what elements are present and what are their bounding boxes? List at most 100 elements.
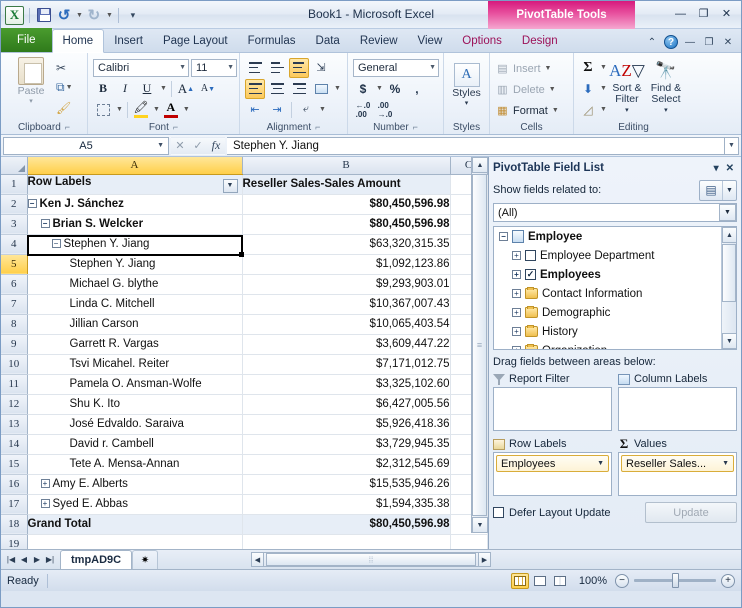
cell-a9[interactable]: Garrett R. Vargas — [27, 334, 243, 355]
tree-node-employee-department[interactable]: + Employee Department — [494, 246, 736, 265]
cancel-formula-icon[interactable]: ✕ — [171, 136, 189, 155]
expand-toggle-icon[interactable]: + — [40, 479, 50, 489]
values-dropzone[interactable]: Reseller Sales... ▼ — [618, 452, 737, 496]
row-header-17[interactable]: 17 — [1, 494, 28, 515]
scroll-right-icon[interactable]: ▶ — [478, 552, 491, 567]
field-checkbox[interactable] — [525, 250, 536, 261]
field-chip-employees[interactable]: Employees ▼ — [496, 455, 609, 472]
cell-b10[interactable]: $7,171,012.75 — [242, 354, 451, 375]
underline-dropdown-icon[interactable]: ▼ — [160, 85, 167, 92]
wrap-text-button[interactable]: ⤶ — [296, 100, 316, 120]
sheet-tab-tmpad9c[interactable]: tmpAD9C — [60, 550, 133, 569]
tree-node-demographic[interactable]: + Demographic — [494, 303, 736, 322]
row-labels-dropzone[interactable]: Employees ▼ — [493, 452, 612, 496]
cell-b15[interactable]: $2,312,545.69 — [242, 454, 451, 475]
insert-function-icon[interactable]: fx — [207, 136, 225, 155]
format-painter-button[interactable]: 🖌 — [56, 98, 73, 117]
row-header-5[interactable]: 5 — [1, 254, 28, 275]
underline-button[interactable]: U — [137, 79, 157, 98]
cell-a1[interactable]: Row Labels ▼ — [27, 174, 243, 195]
row-header-12[interactable]: 12 — [1, 394, 28, 415]
cell-b16[interactable]: $15,535,946.26 — [242, 474, 451, 495]
clear-button[interactable]: ◿ ▼ — [579, 99, 607, 120]
defer-layout-update-checkbox[interactable] — [493, 507, 504, 518]
font-name-input[interactable]: Calibri ▼ — [93, 58, 189, 77]
pivot-filter-dropdown-icon[interactable]: ▼ — [222, 178, 238, 193]
font-color-dropdown-icon[interactable]: ▼ — [183, 106, 190, 113]
cell-b5[interactable]: $1,092,123.86 — [242, 254, 451, 275]
font-dialog-launcher[interactable]: ⌐ — [173, 122, 178, 132]
update-button[interactable]: Update — [645, 502, 737, 523]
restore-icon[interactable]: ❐ — [695, 6, 712, 21]
font-size-input[interactable]: 11 ▼ — [191, 58, 237, 77]
borders-dropdown-icon[interactable]: ▼ — [116, 106, 123, 113]
tab-data[interactable]: Data — [306, 29, 350, 52]
column-labels-dropzone[interactable] — [618, 387, 737, 431]
window-close-icon[interactable]: ✕ — [721, 37, 735, 48]
pane-close-icon[interactable]: ✕ — [726, 163, 734, 174]
clipboard-dialog-launcher[interactable]: ⌐ — [65, 122, 70, 132]
align-right-button[interactable] — [289, 79, 309, 99]
expand-toggle-icon[interactable]: + — [40, 499, 50, 509]
cell-b1[interactable]: Reseller Sales-Sales Amount — [242, 174, 451, 195]
page-layout-view-button[interactable] — [531, 573, 549, 589]
find-select-button[interactable]: 🔭 Find & Select ▾ — [647, 57, 685, 116]
cell-a10[interactable]: Tsvi Micahel. Reiter — [27, 354, 243, 375]
tab-options[interactable]: Options — [452, 29, 512, 52]
collapse-ribbon-icon[interactable]: ⌃ — [645, 37, 659, 48]
fill-button[interactable]: ⬇ ▼ — [579, 78, 607, 99]
source-select-dropdown-icon[interactable]: ▼ — [719, 204, 736, 221]
cell-a11[interactable]: Pamela O. Ansman-Wolfe — [27, 374, 243, 395]
increase-indent-button[interactable]: ⇥ — [267, 100, 287, 120]
scroll-up-icon[interactable]: ▲ — [472, 157, 488, 173]
data-source-button[interactable]: ▤ ▼ — [699, 179, 737, 201]
row-header-18[interactable]: 18 — [1, 514, 28, 535]
enter-formula-icon[interactable]: ✓ — [189, 136, 207, 155]
row-header-10[interactable]: 10 — [1, 354, 28, 375]
cell-b14[interactable]: $3,729,945.35 — [242, 434, 451, 455]
scroll-down-icon[interactable]: ▼ — [472, 517, 488, 533]
cell-a15[interactable]: Tete A. Mensa-Annan — [27, 454, 243, 475]
column-header-a[interactable]: A — [27, 157, 243, 175]
collapse-toggle-icon[interactable]: − — [40, 219, 50, 229]
zoom-track[interactable] — [634, 573, 716, 588]
tab-design[interactable]: Design — [512, 29, 568, 52]
italic-button[interactable]: I — [115, 79, 135, 98]
cell-a16[interactable]: + Amy E. Alberts — [27, 474, 243, 495]
name-box[interactable]: A5 ▼ — [3, 136, 169, 155]
field-tree-scrollbar[interactable]: ▲ ▼ — [721, 227, 736, 349]
tab-insert[interactable]: Insert — [104, 29, 153, 52]
cell-a14[interactable]: David r. Cambell — [27, 434, 243, 455]
row-header-2[interactable]: 2 — [1, 194, 28, 215]
prev-sheet-icon[interactable]: ◀ — [18, 555, 30, 564]
align-bottom-button[interactable] — [289, 57, 309, 78]
decrease-decimal-button[interactable]: .00 →.0 — [375, 100, 395, 119]
accounting-format-button[interactable]: $ — [353, 79, 373, 98]
cell-a13[interactable]: José Edvaldo. Saraiva — [27, 414, 243, 435]
expand-toggle-icon[interactable]: + — [512, 346, 521, 349]
tree-node-employees[interactable]: + ✓ Employees — [494, 265, 736, 284]
bold-button[interactable]: B — [93, 79, 113, 98]
normal-view-button[interactable] — [510, 572, 529, 589]
cell-a17[interactable]: + Syed E. Abbas — [27, 494, 243, 515]
last-sheet-icon[interactable]: ▶| — [44, 555, 56, 564]
pane-menu-icon[interactable]: ▾ — [714, 163, 719, 174]
grow-font-button[interactable]: A ▲ — [176, 79, 196, 98]
font-color-button[interactable]: A — [162, 100, 180, 119]
tree-node-employee[interactable]: − Employee — [494, 227, 736, 246]
cell-a18[interactable]: Grand Total — [27, 513, 243, 535]
field-chip-reseller-sales[interactable]: Reseller Sales... ▼ — [621, 455, 734, 472]
borders-button[interactable] — [93, 100, 113, 119]
cell-b3[interactable]: $80,450,596.98 — [242, 214, 451, 235]
fill-color-dropdown-icon[interactable]: ▼ — [153, 106, 160, 113]
zoom-thumb[interactable] — [671, 573, 679, 588]
cell-b9[interactable]: $3,609,447.22 — [242, 334, 451, 355]
cut-button[interactable]: ✂ — [56, 58, 73, 77]
cell-b8[interactable]: $10,065,403.54 — [242, 314, 451, 335]
field-checkbox[interactable]: ✓ — [525, 269, 536, 280]
horizontal-scroll-track[interactable] — [264, 552, 478, 567]
paste-button[interactable]: Paste ▾ — [6, 57, 56, 105]
row-header-15[interactable]: 15 — [1, 454, 28, 475]
row-header-1[interactable]: 1 — [1, 174, 28, 195]
zoom-slider[interactable]: − + — [615, 573, 735, 588]
